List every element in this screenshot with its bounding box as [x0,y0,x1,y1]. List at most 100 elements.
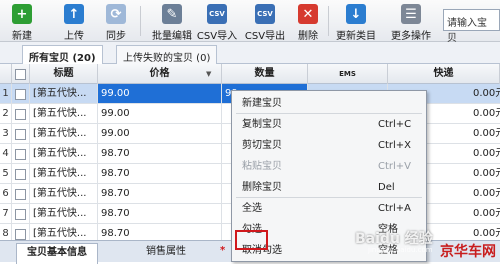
checkbox-icon [15,169,26,180]
row-number: 3 [0,124,12,143]
more-actions-label: 更多操作 [391,31,431,42]
checkbox-icon [15,149,26,160]
batch-edit-icon: ✎ [162,4,182,24]
checkbox-icon [15,229,26,240]
row-checkbox[interactable] [12,124,30,143]
cell-express[interactable]: 0.00元 [470,84,500,103]
menu-item-label: 剪切宝贝 [242,140,282,151]
menu-item[interactable]: 复制宝贝 Ctrl+C [232,114,426,135]
cell-title[interactable]: [第五代快... [30,164,98,183]
menu-item-label: 新建宝贝 [242,98,282,109]
csv-export-icon: CSV [255,4,275,24]
header-quantity[interactable]: 数量 [222,64,308,84]
header-price[interactable]: 价格 [98,64,222,84]
header-title[interactable]: 标题 [30,64,98,84]
cell-title[interactable]: [第五代快... [30,84,98,103]
table-header: 标题 价格 ▼ 数量 EMS 快递 [0,64,500,84]
row-checkbox[interactable] [12,164,30,183]
new-label: 新建 [12,31,32,42]
cell-title[interactable]: [第五代快... [30,144,98,163]
menu-item-label: 删除宝贝 [242,182,282,193]
menu-item-shortcut: Del [378,182,395,193]
cell-price[interactable]: 99.00 [98,104,222,123]
sync-label: 同步 [106,31,126,42]
menu-item-shortcut: Ctrl+X [378,140,412,151]
csv-import-button[interactable]: CSV CSV导入 [196,1,238,42]
cell-express[interactable]: 0.00元 [470,104,500,123]
menu-item-shortcut: Ctrl+V [378,161,412,172]
cell-express[interactable]: 0.00元 [470,124,500,143]
row-checkbox[interactable] [12,104,30,123]
new-button[interactable]: + 新建 [4,1,40,42]
menu-item-label: 全选 [242,203,262,214]
row-checkbox[interactable] [12,84,30,103]
row-checkbox[interactable] [12,184,30,203]
checkbox-icon [15,189,26,200]
cell-price[interactable]: 98.70 [98,164,222,183]
cell-price[interactable]: 98.70 [98,204,222,223]
cell-price[interactable]: 99.00 [98,124,222,143]
cell-express[interactable]: 0.00元 [470,144,500,163]
menu-item-label: 粘贴宝贝 [242,161,282,172]
row-number: 4 [0,144,12,163]
cell-express[interactable]: 0.00元 [470,184,500,203]
more-actions-button[interactable]: ☰ 更多操作 [386,1,436,42]
row-number: 6 [0,184,12,203]
row-checkbox[interactable] [12,204,30,223]
upload-label: 上传 [64,31,84,42]
menu-item[interactable]: 剪切宝贝 Ctrl+X [232,135,426,156]
cell-title[interactable]: [第五代快... [30,104,98,123]
row-number: 2 [0,104,12,123]
header-ems[interactable]: EMS [308,64,388,84]
cell-title[interactable]: [第五代快... [30,204,98,223]
update-category-button[interactable]: ↓ 更新类目 [332,1,380,42]
menu-item[interactable]: 全选 Ctrl+A [232,198,426,219]
toolbar-divider [140,6,141,36]
row-checkbox[interactable] [12,144,30,163]
csv-export-button[interactable]: CSV CSV导出 [244,1,286,42]
more-actions-icon: ☰ [401,4,421,24]
row-number-header [0,64,12,84]
select-all-checkbox-header[interactable] [12,64,30,84]
toolbar-divider [328,6,329,36]
sync-button[interactable]: ⟳ 同步 [98,1,134,42]
row-number: 5 [0,164,12,183]
sort-arrow-icon: ▼ [206,70,212,78]
checkbox-icon [15,109,26,120]
menu-item-shortcut: Ctrl+A [378,203,412,214]
item-tabs: 所有宝贝 (20) 上传失败的宝贝 (0) [0,42,500,71]
cell-express[interactable]: 0.00元 [470,164,500,183]
cell-price[interactable]: 99.00 [98,84,222,103]
cell-price[interactable]: 98.70 [98,184,222,203]
cell-title[interactable]: [第五代快... [30,184,98,203]
menu-item[interactable]: 粘贴宝贝 Ctrl+V [232,156,426,177]
csv-import-icon: CSV [207,4,227,24]
plus-icon: + [12,4,32,24]
checkbox-icon [15,69,26,80]
cell-express[interactable]: 0.00元 [470,204,500,223]
watermark-url: jingyan.baidu.com [368,246,433,254]
toolbar: + 新建 ↑ 上传 ⟳ 同步 ✎ 批量编辑 CSV CSV导入 CSV CSV导… [0,0,500,44]
checkbox-icon [15,129,26,140]
required-star: * [220,245,226,256]
cell-price[interactable]: 98.70 [98,144,222,163]
upload-button[interactable]: ↑ 上传 [56,1,92,42]
header-express[interactable]: 快递 [388,64,500,84]
delete-label: 删除 [298,31,318,42]
baidu-jingyan-watermark: Baidu 经验 [355,231,433,247]
sync-icon: ⟳ [106,4,126,24]
search-input[interactable]: 请输入宝贝 [443,9,500,44]
menu-item[interactable]: 删除宝贝 Del [232,177,426,198]
tab-sales-attributes[interactable]: 销售属性 [136,243,196,263]
delete-button[interactable]: ✕ 删除 [292,1,324,42]
menu-item[interactable]: 新建宝贝 [232,93,426,114]
batch-edit-button[interactable]: ✎ 批量编辑 [148,1,196,42]
upload-arrow-icon: ↑ [64,4,84,24]
menu-item-label: 复制宝贝 [242,119,282,130]
update-category-label: 更新类目 [336,31,376,42]
site-watermark: 京华车网 [440,244,496,260]
cell-title[interactable]: [第五代快... [30,124,98,143]
row-number: 1 [0,84,12,103]
download-arrow-icon: ↓ [346,4,366,24]
tab-basic-info[interactable]: 宝贝基本信息 [16,243,98,264]
